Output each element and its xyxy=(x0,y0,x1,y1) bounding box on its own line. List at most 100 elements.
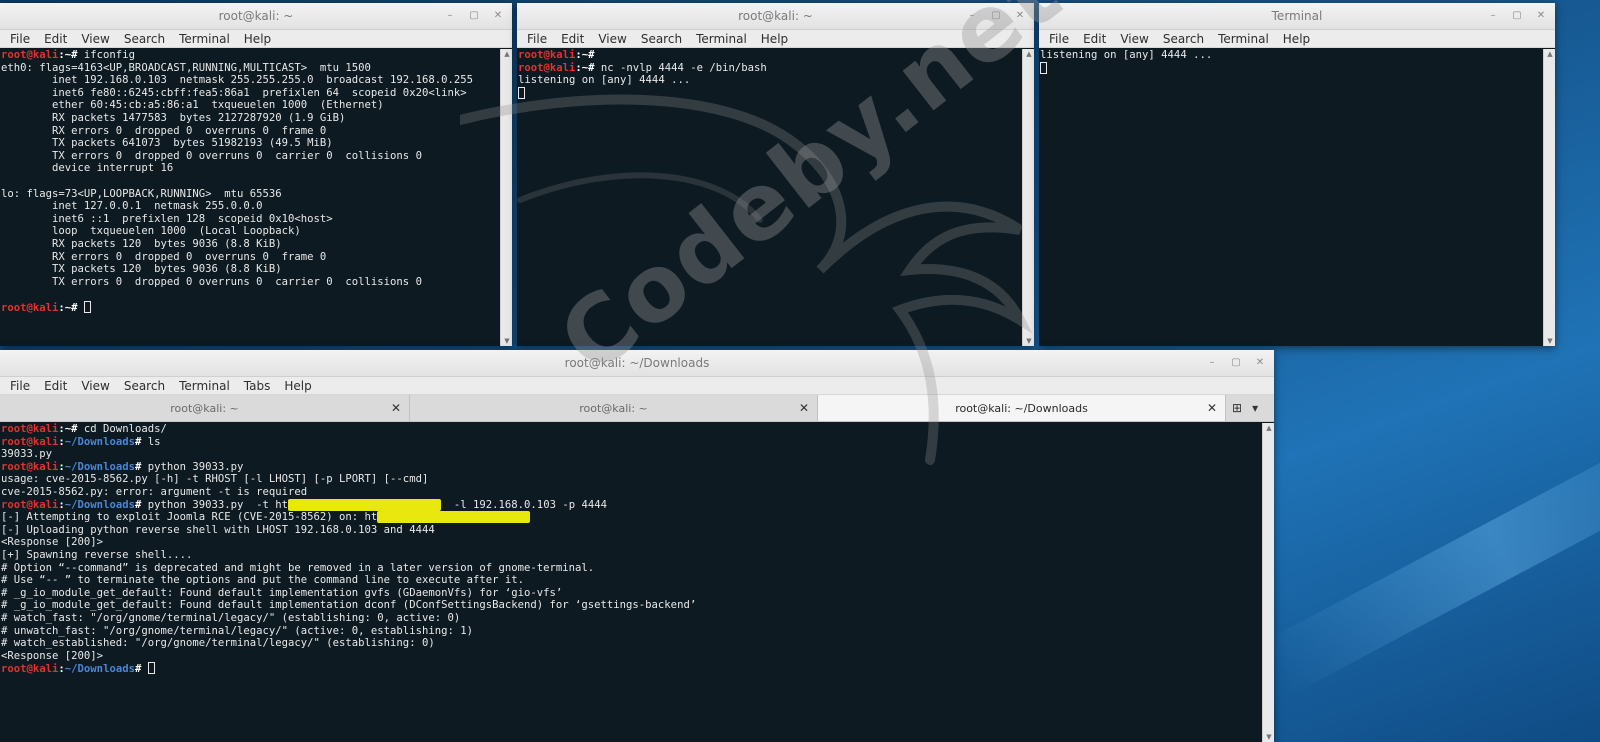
window-titlebar[interactable]: root@kali: ~/Downloads – ▢ ✕ xyxy=(0,350,1274,377)
tab-downloads[interactable]: root@kali: ~/Downloads ✕ xyxy=(818,395,1226,421)
maximize-button[interactable]: ▢ xyxy=(1228,355,1244,371)
scroll-down-arrow-icon[interactable]: ▼ xyxy=(1264,732,1274,742)
terminal-line: [-] Attempting to exploit Joomla RCE (CV… xyxy=(1,511,1262,524)
scrollbar[interactable]: ▲ ▼ xyxy=(1022,49,1034,346)
window-titlebar[interactable]: Terminal – ▢ ✕ xyxy=(1039,3,1555,30)
terminal-window-netcat[interactable]: root@kali: ~ – ▢ ✕ File Edit View Search Ter… xyxy=(517,3,1034,346)
terminal-text: ~/Downloads xyxy=(64,435,135,448)
menu-search[interactable]: Search xyxy=(1156,32,1211,46)
terminal-text: # Option “--command” is deprecated and m… xyxy=(1,561,595,574)
maximize-button[interactable]: ▢ xyxy=(1509,8,1525,24)
scroll-down-arrow-icon[interactable]: ▼ xyxy=(1024,336,1034,346)
terminal-output[interactable]: listening on [any] 4444 ... xyxy=(1039,49,1543,346)
terminal-text: ~/Downloads xyxy=(64,663,135,676)
menu-help[interactable]: Help xyxy=(237,32,278,46)
terminal-window-ifconfig[interactable]: root@kali: ~ – ▢ ✕ File Edit View Search Ter… xyxy=(0,3,512,346)
terminal-text: ls xyxy=(147,435,161,448)
terminal-line: RX errors 0 dropped 0 overruns 0 frame 0 xyxy=(1,125,500,138)
tab-label: root@kali: ~ xyxy=(170,401,239,415)
tab-menu-chevron-down-icon[interactable]: ▾ xyxy=(1252,401,1258,415)
terminal-text: # xyxy=(134,435,148,448)
terminal-text: nc -nvlp 4444 -e /bin/bash xyxy=(600,61,767,74)
terminal-text: [-] Attempting to exploit Joomla RCE (CV… xyxy=(1,511,378,524)
window-titlebar[interactable]: root@kali: ~ – ▢ ✕ xyxy=(0,3,512,30)
menu-file[interactable]: File xyxy=(3,32,37,46)
menu-file[interactable]: File xyxy=(1042,32,1076,46)
terminal-line: # Use “-- ” to terminate the options and… xyxy=(1,574,1262,587)
scroll-up-arrow-icon[interactable]: ▲ xyxy=(1545,49,1555,59)
menu-terminal[interactable]: Terminal xyxy=(172,32,237,46)
terminal-text: # watch_fast: "/org/gnome/terminal/legac… xyxy=(1,611,461,624)
tab-root-home-2[interactable]: root@kali: ~ ✕ xyxy=(410,395,818,421)
tab-root-home-1[interactable]: root@kali: ~ ✕ xyxy=(0,395,410,421)
terminal-text: root@kali xyxy=(518,49,576,61)
scrollbar[interactable]: ▲ ▼ xyxy=(500,49,512,346)
menu-edit[interactable]: Edit xyxy=(37,32,74,46)
minimize-button[interactable]: – xyxy=(1204,355,1220,371)
menu-edit[interactable]: Edit xyxy=(37,379,74,393)
menu-search[interactable]: Search xyxy=(117,32,172,46)
menu-view[interactable]: View xyxy=(74,32,116,46)
minimize-button[interactable]: – xyxy=(964,8,980,24)
terminal-output[interactable]: root@kali:~# ifconfig eth0: flags=4163<UP… xyxy=(0,49,500,346)
menu-view[interactable]: View xyxy=(74,379,116,393)
redacted-url: tp://xx.xxx.xxx.xxx.xxx/ xyxy=(377,511,531,524)
terminal-text: root@kali xyxy=(1,663,59,676)
menu-help[interactable]: Help xyxy=(1276,32,1317,46)
menu-view[interactable]: View xyxy=(1113,32,1155,46)
terminal-output[interactable]: root@kali:~# cd Downloads/root@kali:~/Do… xyxy=(0,423,1262,742)
terminal-window-exploit[interactable]: root@kali: ~/Downloads – ▢ ✕ File Edit Vie… xyxy=(0,350,1274,742)
close-button[interactable]: ✕ xyxy=(490,8,506,24)
terminal-cursor xyxy=(147,662,155,675)
terminal-text: :~# xyxy=(575,49,595,61)
scrollbar[interactable]: ▲ ▼ xyxy=(1543,49,1555,346)
scroll-up-arrow-icon[interactable]: ▲ xyxy=(502,49,512,59)
terminal-line xyxy=(1040,61,1543,75)
menu-terminal[interactable]: Terminal xyxy=(689,32,754,46)
minimize-button[interactable]: – xyxy=(442,8,458,24)
maximize-button[interactable]: ▢ xyxy=(988,8,1004,24)
close-button[interactable]: ✕ xyxy=(1012,8,1028,24)
menu-file[interactable]: File xyxy=(520,32,554,46)
terminal-line: inet6 fe80::6245:cbff:fea5:86a1 prefixle… xyxy=(1,87,500,100)
terminal-text: inet6 ::1 prefixlen 128 scopeid 0x10<hos… xyxy=(1,212,333,225)
scroll-down-arrow-icon[interactable]: ▼ xyxy=(502,336,512,346)
tab-close-icon[interactable]: ✕ xyxy=(799,401,809,415)
window-titlebar[interactable]: root@kali: ~ – ▢ ✕ xyxy=(517,3,1034,30)
terminal-line: # _g_io_module_get_default: Found defaul… xyxy=(1,599,1262,612)
menu-view[interactable]: View xyxy=(591,32,633,46)
minimize-button[interactable]: – xyxy=(1485,8,1501,24)
terminal-line: <Response [200]> xyxy=(1,536,1262,549)
terminal-text: root@kali xyxy=(1,301,59,314)
scroll-up-arrow-icon[interactable]: ▲ xyxy=(1264,423,1274,433)
menu-search[interactable]: Search xyxy=(117,379,172,393)
menu-edit[interactable]: Edit xyxy=(554,32,591,46)
tab-close-icon[interactable]: ✕ xyxy=(1207,401,1217,415)
menu-terminal[interactable]: Terminal xyxy=(172,379,237,393)
menu-help[interactable]: Help xyxy=(277,379,318,393)
new-tab-icon[interactable]: ⊞ xyxy=(1232,401,1242,415)
terminal-text: inet 127.0.0.1 netmask 255.0.0.0 xyxy=(1,200,263,213)
menu-tabs[interactable]: Tabs xyxy=(237,379,278,393)
menu-search[interactable]: Search xyxy=(634,32,689,46)
menu-file[interactable]: File xyxy=(3,379,37,393)
terminal-text: listening on [any] 4444 ... xyxy=(1040,49,1213,61)
terminal-line: inet 192.168.0.103 netmask 255.255.255.0… xyxy=(1,74,500,87)
close-button[interactable]: ✕ xyxy=(1252,355,1268,371)
terminal-line: # watch_fast: "/org/gnome/terminal/legac… xyxy=(1,612,1262,625)
close-button[interactable]: ✕ xyxy=(1533,8,1549,24)
terminal-window-listener[interactable]: Terminal – ▢ ✕ File Edit View Search Termina… xyxy=(1039,3,1555,346)
scroll-down-arrow-icon[interactable]: ▼ xyxy=(1545,336,1555,346)
scrollbar[interactable]: ▲ ▼ xyxy=(1262,423,1274,742)
terminal-line: inet 127.0.0.1 netmask 255.0.0.0 xyxy=(1,200,500,213)
scroll-up-arrow-icon[interactable]: ▲ xyxy=(1024,49,1034,59)
terminal-output[interactable]: root@kali:~# root@kali:~# nc -nvlp 4444 -… xyxy=(517,49,1022,346)
maximize-button[interactable]: ▢ xyxy=(466,8,482,24)
menu-help[interactable]: Help xyxy=(754,32,795,46)
menu-terminal[interactable]: Terminal xyxy=(1211,32,1276,46)
tab-close-icon[interactable]: ✕ xyxy=(391,401,401,415)
terminal-cursor xyxy=(83,300,91,313)
menu-edit[interactable]: Edit xyxy=(1076,32,1113,46)
terminal-text: # _g_io_module_get_default: Found defaul… xyxy=(1,599,697,612)
